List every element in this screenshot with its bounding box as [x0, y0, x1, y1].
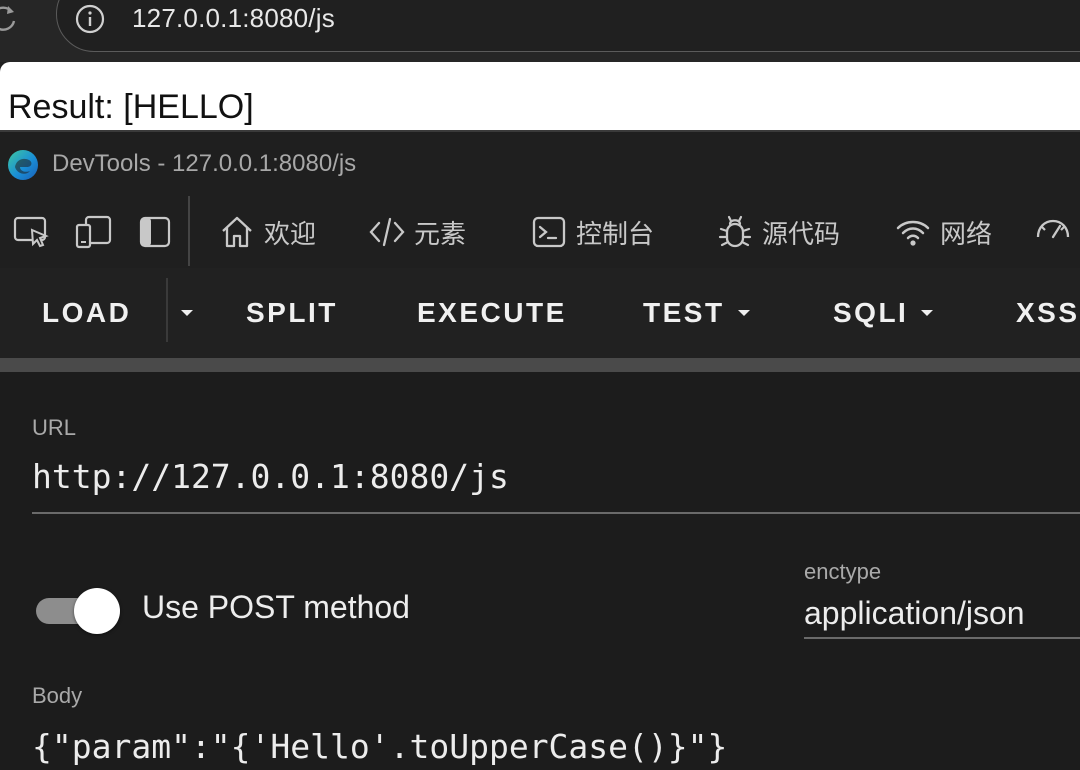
- enctype-label: enctype: [804, 559, 882, 584]
- tab-sources-label: 源代码: [762, 218, 841, 249]
- tab-welcome-label: 欢迎: [264, 218, 317, 249]
- panel-divider[interactable]: [0, 358, 1080, 372]
- tab-welcome[interactable]: 欢迎: [218, 212, 316, 252]
- hackbar-panel: URL http://127.0.0.1:8080/js Use POST me…: [0, 372, 1080, 770]
- screen: 127.0.0.1:8080/js Result: [HELLO] DevToo…: [0, 0, 1080, 770]
- bug-icon: [718, 215, 752, 248]
- caret-down-icon: [737, 310, 750, 316]
- url-input-underline: [32, 512, 1080, 514]
- enctype-select[interactable]: application/json: [804, 592, 1025, 634]
- url-input[interactable]: http://127.0.0.1:8080/js: [32, 456, 509, 498]
- split-label: SPLIT: [246, 297, 338, 328]
- tab-network[interactable]: 网络: [894, 212, 992, 252]
- tab-console[interactable]: 控制台: [530, 212, 654, 252]
- code-icon: [369, 217, 405, 247]
- caret-down-icon: [921, 310, 934, 316]
- caret-down-icon: [181, 310, 193, 316]
- sqli-menu-button[interactable]: SQLI: [833, 268, 936, 358]
- url-label: URL: [32, 415, 77, 440]
- enctype-underline: [804, 637, 1080, 639]
- body-label: Body: [32, 683, 83, 708]
- dock-side-icon[interactable]: [136, 212, 176, 252]
- performance-icon: [1036, 219, 1070, 239]
- xss-menu-button[interactable]: XSS: [1016, 268, 1080, 358]
- inspect-element-icon[interactable]: [12, 212, 52, 252]
- tab-elements[interactable]: 元素: [368, 212, 466, 252]
- device-emulation-icon[interactable]: [74, 212, 114, 252]
- tab-sources[interactable]: 源代码: [716, 212, 840, 252]
- devtools-titlebar: DevTools - 127.0.0.1:8080/js: [0, 132, 1080, 194]
- tab-console-label: 控制台: [576, 218, 655, 249]
- result-text: Result: [HELLO]: [8, 88, 254, 126]
- post-method-toggle[interactable]: [34, 586, 124, 636]
- post-method-label: Use POST method: [142, 589, 410, 625]
- load-separator: [166, 278, 168, 342]
- execute-label: EXECUTE: [417, 297, 567, 328]
- site-info-icon[interactable]: [74, 3, 106, 35]
- edge-logo-icon: [8, 150, 38, 180]
- test-label: TEST: [643, 297, 725, 328]
- load-button[interactable]: LOAD: [42, 268, 131, 358]
- reload-icon[interactable]: [0, 2, 20, 36]
- split-button[interactable]: SPLIT: [246, 268, 338, 358]
- test-menu-button[interactable]: TEST: [643, 268, 753, 358]
- toggle-thumb: [74, 588, 120, 634]
- devtools-title: DevTools - 127.0.0.1:8080/js: [52, 150, 357, 177]
- address-text[interactable]: 127.0.0.1:8080/js: [132, 1, 335, 35]
- console-icon: [532, 216, 566, 248]
- tab-network-label: 网络: [940, 218, 993, 249]
- tab-elements-label: 元素: [414, 218, 467, 249]
- devtools-toolbar: 欢迎 元素 控制台 源代码 网络: [0, 194, 1080, 268]
- xss-label: XSS: [1016, 297, 1080, 328]
- execute-button[interactable]: EXECUTE: [417, 268, 567, 358]
- devtools-window: DevTools - 127.0.0.1:8080/js 欢迎 元素 控制台 源…: [0, 130, 1080, 770]
- browser-toolbar: 127.0.0.1:8080/js: [0, 0, 1080, 62]
- tab-performance[interactable]: [1034, 212, 1072, 252]
- sqli-label: SQLI: [833, 297, 909, 328]
- wifi-icon: [896, 220, 930, 246]
- toolbar-separator: [188, 196, 190, 266]
- load-label: LOAD: [42, 297, 132, 328]
- hackbar-toolbar: LOAD SPLIT EXECUTE TEST SQLI XSS: [0, 268, 1080, 358]
- home-icon: [222, 216, 252, 248]
- page-content: Result: [HELLO]: [0, 62, 1080, 130]
- load-dropdown-button[interactable]: [178, 268, 196, 358]
- body-input[interactable]: {"param":"{'Hello'.toUpperCase()}"}: [32, 726, 727, 768]
